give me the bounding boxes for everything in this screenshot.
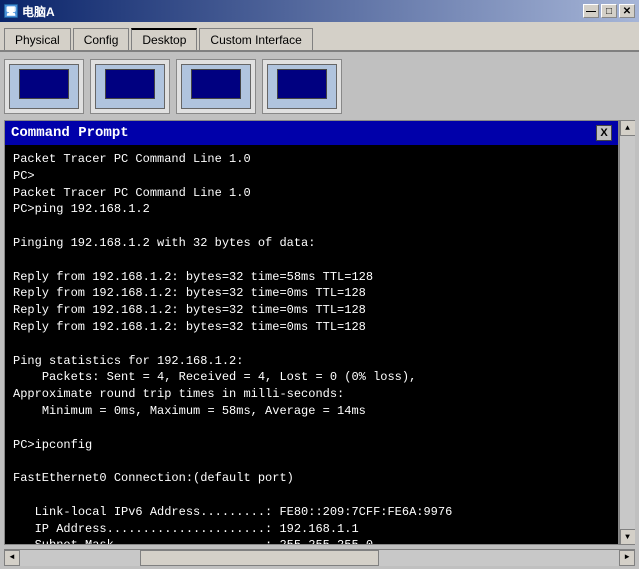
vscroll-track[interactable] xyxy=(620,136,636,529)
title-bar: 🖥 电脑A — □ ✕ xyxy=(0,0,639,22)
cmd-body[interactable]: Packet Tracer PC Command Line 1.0 PC> Pa… xyxy=(5,145,618,544)
minimize-button[interactable]: — xyxy=(583,4,599,18)
thumb-inner-4 xyxy=(267,64,337,109)
thumbnail-4 xyxy=(262,59,342,114)
app-icon: 🖥 xyxy=(4,4,18,18)
title-bar-buttons: — □ ✕ xyxy=(583,4,635,18)
cmd-window: Command Prompt X Packet Tracer PC Comman… xyxy=(4,120,619,545)
thumbnail-row xyxy=(4,56,635,116)
tab-config[interactable]: Config xyxy=(73,28,130,50)
tab-custom-interface[interactable]: Custom Interface xyxy=(199,28,312,50)
cmd-output: Packet Tracer PC Command Line 1.0 PC> Pa… xyxy=(13,151,610,544)
right-scrollbar: ▲ ▼ xyxy=(619,120,635,545)
thumb-screen-2 xyxy=(105,69,155,99)
tab-physical[interactable]: Physical xyxy=(4,28,71,50)
tab-desktop[interactable]: Desktop xyxy=(131,28,197,50)
thumb-screen-4 xyxy=(277,69,327,99)
thumbnail-2 xyxy=(90,59,170,114)
thumb-inner-2 xyxy=(95,64,165,109)
hscroll-track[interactable] xyxy=(20,550,619,566)
scroll-down-button[interactable]: ▼ xyxy=(620,529,636,545)
thumb-screen-3 xyxy=(191,69,241,99)
window-title: 电脑A xyxy=(22,3,583,20)
maximize-button[interactable]: □ xyxy=(601,4,617,18)
thumb-inner-3 xyxy=(181,64,251,109)
thumbnail-1 xyxy=(4,59,84,114)
cmd-close-button[interactable]: X xyxy=(596,125,612,141)
cmd-title: Command Prompt xyxy=(11,125,129,141)
close-button[interactable]: ✕ xyxy=(619,4,635,18)
cmd-title-bar: Command Prompt X xyxy=(5,121,618,145)
main-content: Command Prompt X Packet Tracer PC Comman… xyxy=(0,52,639,569)
hscroll-thumb[interactable] xyxy=(140,550,380,566)
thumbnail-3 xyxy=(176,59,256,114)
thumb-screen-1 xyxy=(19,69,69,99)
tab-bar: Physical Config Desktop Custom Interface xyxy=(0,22,639,52)
horizontal-scrollbar: ◄ ► xyxy=(4,549,635,565)
scroll-right-button[interactable]: ► xyxy=(619,550,635,566)
scroll-up-button[interactable]: ▲ xyxy=(620,120,636,136)
thumb-inner-1 xyxy=(9,64,79,109)
scroll-left-button[interactable]: ◄ xyxy=(4,550,20,566)
